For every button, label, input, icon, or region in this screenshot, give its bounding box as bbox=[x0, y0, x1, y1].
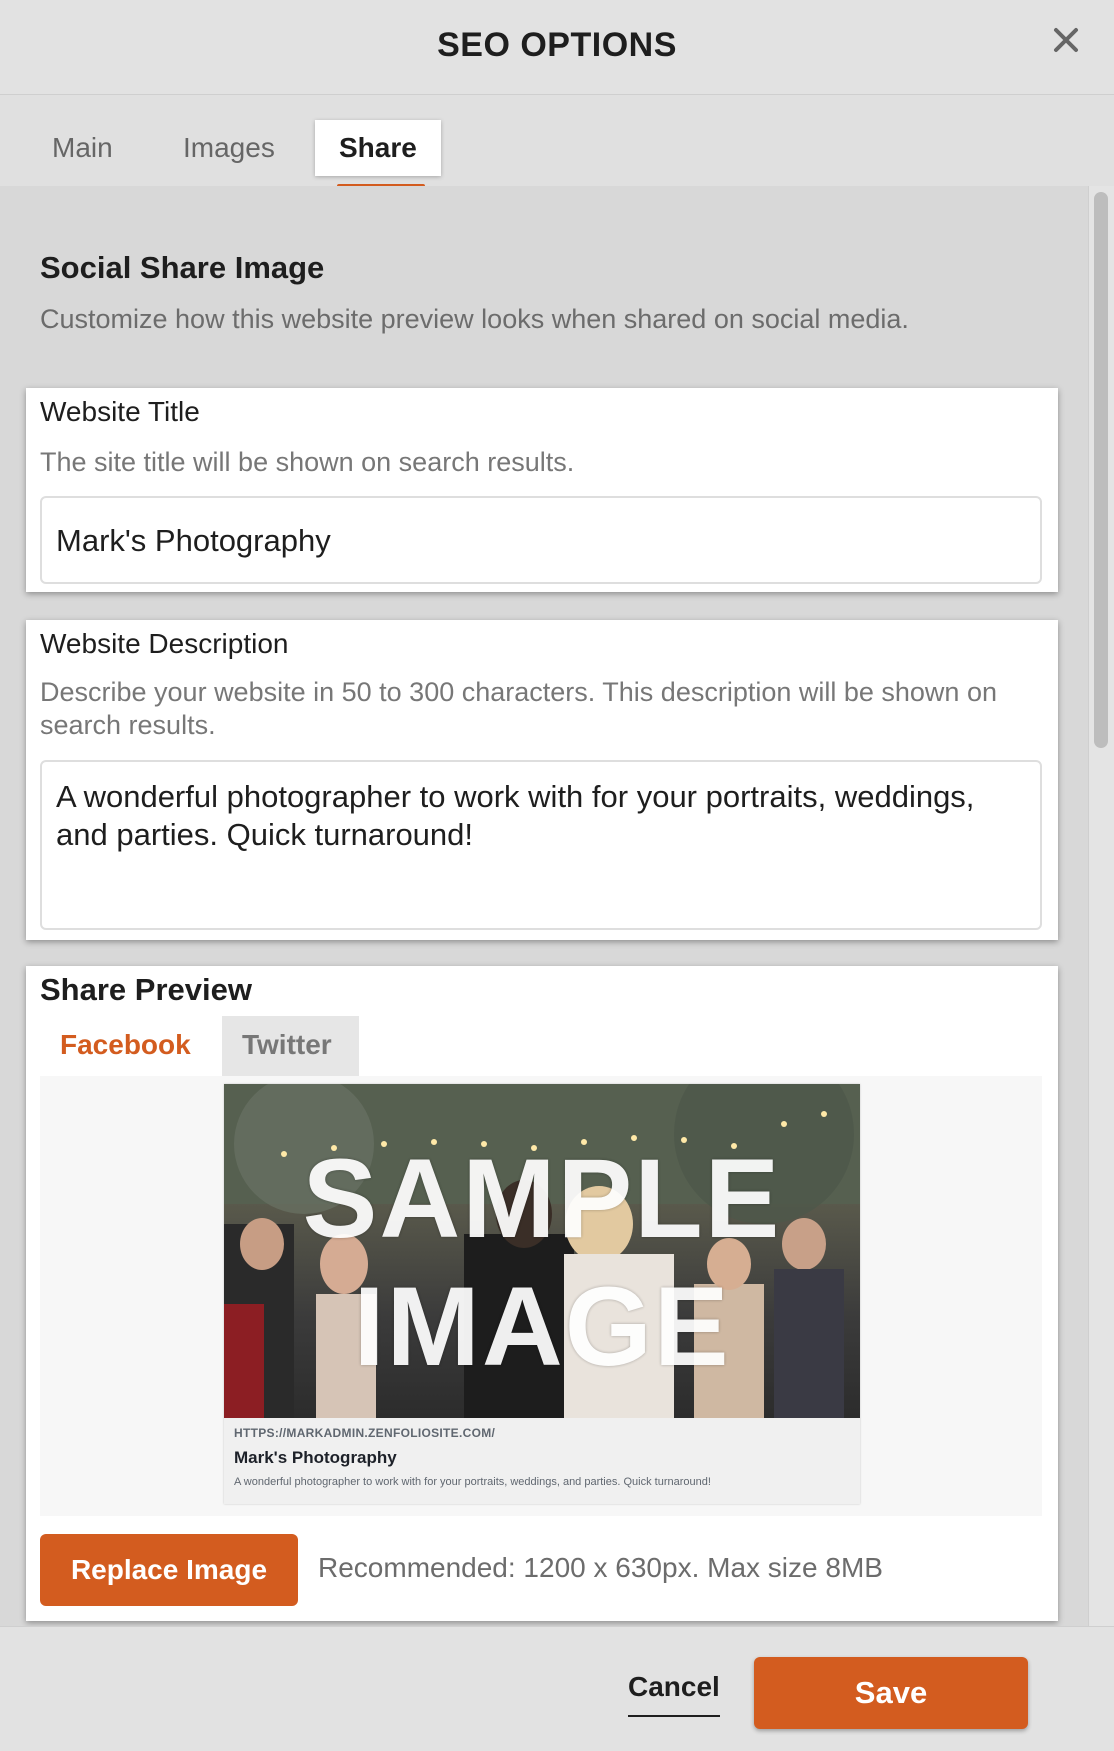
facebook-preview-meta: HTTPS://MARKADMIN.ZENFOLIOSITE.COM/ Mark… bbox=[234, 1426, 850, 1488]
website-description-label: Website Description bbox=[40, 628, 289, 659]
watermark-line-1: SAMPLE bbox=[302, 1136, 782, 1261]
website-description-textarea[interactable]: A wonderful photographer to work with fo… bbox=[40, 760, 1042, 930]
tab-share[interactable]: Share bbox=[315, 120, 441, 188]
share-image: SAMPLE IMAGE bbox=[224, 1084, 860, 1418]
dialog-footer: Cancel Save bbox=[0, 1626, 1114, 1751]
replace-image-button[interactable]: Replace Image bbox=[40, 1534, 298, 1606]
watermark-line-2: IMAGE bbox=[353, 1264, 731, 1389]
share-preview-card: Share Preview Facebook Twitter SAMPLE IM… bbox=[26, 966, 1058, 1621]
facebook-preview-card: SAMPLE IMAGE HTTPS://MARKADMIN.ZENFOLIOS… bbox=[224, 1084, 860, 1504]
preview-area: SAMPLE IMAGE HTTPS://MARKADMIN.ZENFOLIOS… bbox=[40, 1076, 1042, 1516]
tab-twitter[interactable]: Twitter bbox=[222, 1016, 359, 1076]
website-title-input[interactable]: Mark's Photography bbox=[40, 496, 1042, 584]
scrollbar-thumb[interactable] bbox=[1094, 192, 1108, 748]
cancel-button[interactable]: Cancel bbox=[628, 1671, 720, 1717]
dialog-content: Social Share Image Customize how this we… bbox=[0, 186, 1088, 1626]
image-recommendation: Recommended: 1200 x 630px. Max size 8MB bbox=[318, 1552, 883, 1583]
preview-url: HTTPS://MARKADMIN.ZENFOLIOSITE.COM/ bbox=[234, 1426, 496, 1440]
section-subheading: Customize how this website preview looks… bbox=[40, 304, 909, 334]
dialog-title: SEO OPTIONS bbox=[437, 26, 677, 64]
tab-facebook[interactable]: Facebook bbox=[40, 1016, 210, 1076]
website-title-card: Website Title The site title will be sho… bbox=[26, 388, 1058, 592]
website-description-card: Website Description Describe your websit… bbox=[26, 620, 1058, 940]
tab-images[interactable]: Images bbox=[159, 120, 299, 176]
website-title-label: Website Title bbox=[40, 396, 200, 427]
website-description-help: Describe your website in 50 to 300 chara… bbox=[40, 677, 997, 740]
tab-share-label: Share bbox=[339, 132, 417, 163]
website-title-help: The site title will be shown on search r… bbox=[40, 447, 575, 477]
preview-description: A wonderful photographer to work with fo… bbox=[234, 1476, 711, 1488]
dialog-header: SEO OPTIONS bbox=[0, 0, 1114, 95]
section-heading: Social Share Image bbox=[40, 250, 325, 285]
close-icon[interactable] bbox=[1046, 20, 1086, 60]
tab-bar: Main Images Share bbox=[0, 95, 1114, 188]
preview-title: Mark's Photography bbox=[234, 1448, 397, 1467]
save-button[interactable]: Save bbox=[754, 1657, 1028, 1729]
scrollbar[interactable] bbox=[1088, 186, 1114, 1626]
tab-main[interactable]: Main bbox=[28, 120, 137, 176]
share-preview-label: Share Preview bbox=[40, 972, 252, 1007]
section-header: Social Share Image Customize how this we… bbox=[40, 250, 1040, 335]
